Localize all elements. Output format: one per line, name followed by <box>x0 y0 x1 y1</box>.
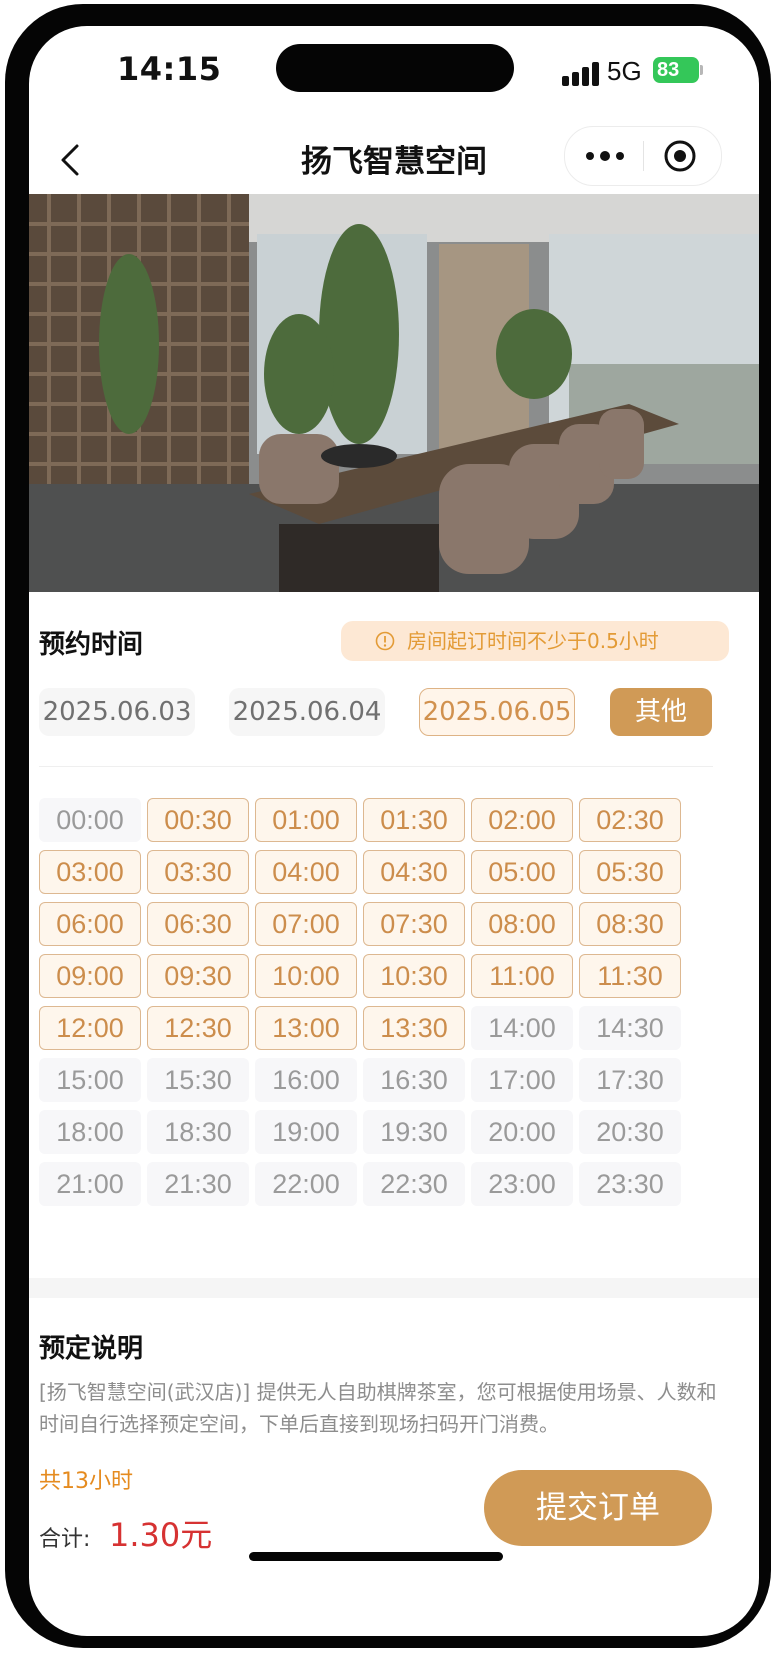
time-slot[interactable]: 15:30 <box>147 1058 249 1102</box>
close-icon[interactable] <box>663 139 697 173</box>
time-slot-selected[interactable]: 04:00 <box>255 850 357 894</box>
time-slot-selected[interactable]: 07:00 <box>255 902 357 946</box>
divider <box>39 766 713 767</box>
more-icon[interactable] <box>583 145 627 167</box>
time-slot[interactable]: 17:00 <box>471 1058 573 1102</box>
submit-order-button[interactable]: 提交订单 <box>484 1470 712 1546</box>
time-slot-selected[interactable]: 09:00 <box>39 954 141 998</box>
time-slot[interactable]: 14:00 <box>471 1006 573 1050</box>
date-option[interactable]: 2025.06.04 <box>229 688 385 736</box>
total-label: 合计: <box>39 1527 91 1552</box>
signal-icon <box>562 60 604 86</box>
time-slot-selected[interactable]: 00:30 <box>147 798 249 842</box>
room-photo <box>29 194 759 592</box>
time-slot-selected[interactable]: 06:30 <box>147 902 249 946</box>
time-slot[interactable]: 16:30 <box>363 1058 465 1102</box>
time-slot-selected[interactable]: 01:00 <box>255 798 357 842</box>
total-price: 1.30元 <box>109 1516 213 1554</box>
date-option-selected[interactable]: 2025.06.05 <box>419 688 575 736</box>
description-text: [扬飞智慧空间(武汉店)] 提供无人自助棋牌茶室，您可根据使用场景、人数和时间自… <box>39 1380 717 1436</box>
date-option[interactable]: 2025.06.03 <box>39 688 195 736</box>
time-slot-selected[interactable]: 08:00 <box>471 902 573 946</box>
time-slot[interactable]: 20:00 <box>471 1110 573 1154</box>
time-slot-selected[interactable]: 05:00 <box>471 850 573 894</box>
time-slot-selected[interactable]: 09:30 <box>147 954 249 998</box>
mini-program-capsule <box>564 126 722 186</box>
status-time: 14:15 <box>117 50 222 88</box>
time-slot[interactable]: 16:00 <box>255 1058 357 1102</box>
description-title: 预定说明 <box>39 1334 144 1364</box>
time-slot[interactable]: 19:30 <box>363 1110 465 1154</box>
time-slot-selected[interactable]: 04:30 <box>363 850 465 894</box>
network-label: 5G <box>607 56 642 86</box>
phone-frame: 14:15 5G 83 扬飞智慧空间 预约时间 房间起订时间不少于0.5小时 2… <box>5 4 771 1648</box>
time-slot-selected[interactable]: 10:30 <box>363 954 465 998</box>
booking-section-title: 预约时间 <box>39 630 144 660</box>
time-slot[interactable]: 23:00 <box>471 1162 573 1206</box>
time-slot[interactable]: 23:30 <box>579 1162 681 1206</box>
time-slot[interactable]: 15:00 <box>39 1058 141 1102</box>
notice-text: 房间起订时间不少于0.5小时 <box>407 629 659 653</box>
time-slot-selected[interactable]: 11:00 <box>471 954 573 998</box>
info-icon <box>375 631 395 651</box>
capsule-divider <box>643 141 644 171</box>
time-slot[interactable]: 18:30 <box>147 1110 249 1154</box>
time-slot[interactable]: 00:00 <box>39 798 141 842</box>
time-slot-selected[interactable]: 02:30 <box>579 798 681 842</box>
home-indicator <box>249 1552 503 1561</box>
time-slot-selected[interactable]: 13:30 <box>363 1006 465 1050</box>
time-slot[interactable]: 21:00 <box>39 1162 141 1206</box>
battery-icon: 83 <box>653 57 699 83</box>
time-slot[interactable]: 21:30 <box>147 1162 249 1206</box>
time-slot-selected[interactable]: 06:00 <box>39 902 141 946</box>
time-slot-selected[interactable]: 10:00 <box>255 954 357 998</box>
phone-screen: 14:15 5G 83 扬飞智慧空间 预约时间 房间起订时间不少于0.5小时 2… <box>29 26 759 1636</box>
time-slot[interactable]: 19:00 <box>255 1110 357 1154</box>
time-slot-selected[interactable]: 01:30 <box>363 798 465 842</box>
total-hours: 共13小时 <box>39 1469 133 1494</box>
time-slot[interactable]: 22:30 <box>363 1162 465 1206</box>
time-slot-selected[interactable]: 08:30 <box>579 902 681 946</box>
time-slot[interactable]: 20:30 <box>579 1110 681 1154</box>
time-slot-selected[interactable]: 07:30 <box>363 902 465 946</box>
time-slot-selected[interactable]: 05:30 <box>579 850 681 894</box>
time-slot[interactable]: 22:00 <box>255 1162 357 1206</box>
time-slot-selected[interactable]: 12:00 <box>39 1006 141 1050</box>
section-divider <box>29 1278 759 1298</box>
time-slot[interactable]: 17:30 <box>579 1058 681 1102</box>
time-slot-selected[interactable]: 03:30 <box>147 850 249 894</box>
battery-tip <box>700 65 703 75</box>
time-slot-selected[interactable]: 11:30 <box>579 954 681 998</box>
dynamic-island <box>276 44 514 92</box>
time-slot[interactable]: 18:00 <box>39 1110 141 1154</box>
other-date-button[interactable]: 其他 <box>610 688 712 736</box>
time-slot[interactable]: 14:30 <box>579 1006 681 1050</box>
min-booking-notice: 房间起订时间不少于0.5小时 <box>341 621 729 661</box>
time-slot-selected[interactable]: 02:00 <box>471 798 573 842</box>
time-slot-selected[interactable]: 12:30 <box>147 1006 249 1050</box>
time-slot-selected[interactable]: 03:00 <box>39 850 141 894</box>
time-slot-selected[interactable]: 13:00 <box>255 1006 357 1050</box>
